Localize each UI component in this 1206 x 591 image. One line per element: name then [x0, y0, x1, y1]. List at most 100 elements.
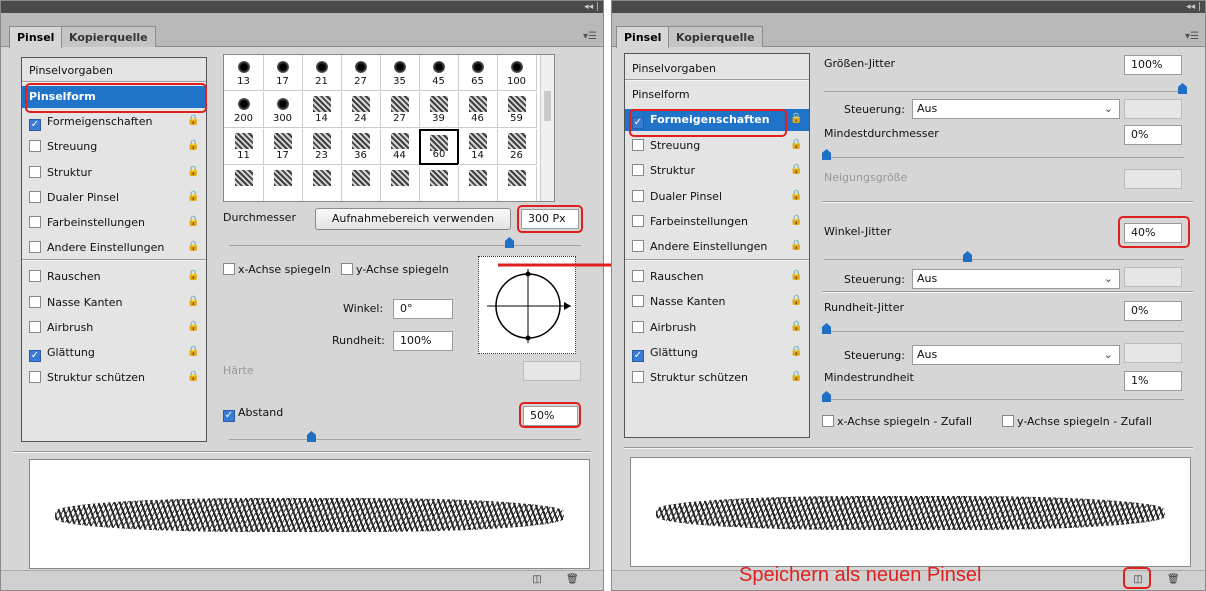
size-jitter-knob[interactable] — [1178, 83, 1187, 94]
checkbox[interactable] — [29, 371, 41, 384]
list-item-struktur-schützen[interactable]: Struktur schützen 🔒 — [625, 367, 809, 389]
brush-presets-button[interactable]: Pinselvorgaben — [22, 60, 206, 82]
control-select-3[interactable]: Aus ⌄ — [912, 345, 1120, 365]
spacing-slider[interactable] — [229, 439, 581, 440]
tab-pinsel[interactable]: Pinsel — [9, 26, 63, 48]
flip-y-random-box[interactable] — [1002, 415, 1014, 427]
checkbox[interactable] — [29, 190, 41, 203]
control-select-1[interactable]: Aus ⌄ — [912, 99, 1120, 119]
brush-tip[interactable]: 300 — [263, 92, 303, 128]
checkbox[interactable] — [632, 164, 644, 177]
checkbox[interactable]: ✓ — [632, 350, 644, 362]
panel-menu-icon[interactable]: ▾☰ — [583, 31, 597, 42]
brush-tip[interactable]: 14 — [458, 129, 498, 165]
brush-tip[interactable]: 59 — [497, 92, 537, 128]
lock-icon[interactable]: 🔒 — [187, 321, 199, 333]
flip-y-checkbox[interactable]: y-Achse spiegeln — [341, 263, 449, 276]
lock-icon[interactable]: 🔒 — [790, 371, 802, 383]
brush-tip[interactable]: 200 — [224, 92, 264, 128]
lock-icon[interactable]: 🔒 — [187, 216, 199, 228]
brush-tip[interactable]: 17 — [263, 55, 303, 91]
brush-tip[interactable]: 14 — [302, 92, 342, 128]
diameter-slider-knob[interactable] — [505, 237, 514, 248]
spacing-slider-knob[interactable] — [307, 431, 316, 442]
spacing-box[interactable]: ✓ — [223, 410, 235, 422]
list-item-struktur[interactable]: Struktur 🔒 — [625, 160, 809, 182]
brush-tip[interactable]: 11 — [224, 129, 264, 165]
list-item-farbeinstellungen[interactable]: Farbeinstellungen 🔒 — [22, 212, 206, 234]
brush-tip[interactable]: 26 — [497, 129, 537, 165]
list-item-dualer-pinsel[interactable]: Dualer Pinsel 🔒 — [22, 187, 206, 209]
grid-scrollbar[interactable] — [540, 55, 554, 201]
checkbox[interactable] — [29, 216, 41, 228]
lock-icon[interactable]: 🔒 — [790, 270, 802, 282]
brush-tip[interactable]: 17 — [263, 129, 303, 165]
list-item-glättung[interactable]: ✓ Glättung 🔒 — [22, 342, 206, 364]
brush-tip[interactable] — [419, 166, 459, 201]
brush-tip[interactable]: 27 — [380, 92, 420, 128]
list-item-pinselform[interactable]: Pinselform — [625, 84, 809, 106]
list-item-rauschen[interactable]: Rauschen 🔒 — [625, 266, 809, 288]
list-item-streuung[interactable]: Streuung 🔒 — [22, 136, 206, 158]
list-item-struktur[interactable]: Struktur 🔒 — [22, 162, 206, 184]
roundness-field[interactable]: 100% — [393, 331, 453, 351]
collapse-icon[interactable]: ◂◂ | — [584, 1, 599, 13]
checkbox[interactable]: ✓ — [29, 350, 41, 362]
control-select-2[interactable]: Aus ⌄ — [912, 269, 1120, 289]
list-item-andere-einstellungen[interactable]: Andere Einstellungen 🔒 — [625, 236, 809, 258]
flip-y-random-checkbox[interactable]: y-Achse spiegeln - Zufall — [1002, 415, 1152, 428]
roundness-jitter-knob[interactable] — [822, 323, 831, 334]
flip-x-random-checkbox[interactable]: x-Achse spiegeln - Zufall — [822, 415, 972, 428]
brush-tip[interactable] — [341, 166, 381, 201]
tab-kopierquelle[interactable]: Kopierquelle — [668, 26, 763, 47]
brush-tip[interactable]: 100 — [497, 55, 537, 91]
lock-icon[interactable]: 🔒 — [790, 321, 802, 333]
brush-tip[interactable]: 44 — [380, 129, 420, 165]
min-roundness-field[interactable]: 1% — [1124, 371, 1182, 391]
min-diameter-knob[interactable] — [822, 149, 831, 160]
min-roundness-slider[interactable] — [824, 399, 1184, 400]
brush-tip[interactable]: 46 — [458, 92, 498, 128]
brush-tip[interactable] — [302, 166, 342, 201]
checkbox[interactable] — [29, 241, 41, 254]
panel-menu-icon[interactable]: ▾☰ — [1185, 31, 1199, 42]
brush-tip[interactable] — [380, 166, 420, 201]
brush-tip[interactable]: 39 — [419, 92, 459, 128]
min-diameter-slider[interactable] — [824, 157, 1184, 158]
brush-tip[interactable]: 36 — [341, 129, 381, 165]
checkbox[interactable] — [29, 140, 41, 153]
lock-icon[interactable]: 🔒 — [790, 113, 802, 125]
spacing-checkbox[interactable]: ✓ Abstand — [223, 406, 283, 422]
angle-jitter-slider[interactable] — [824, 259, 1184, 260]
lock-icon[interactable]: 🔒 — [187, 166, 199, 178]
list-item-airbrush[interactable]: Airbrush 🔒 — [22, 317, 206, 339]
brush-tip[interactable]: 35 — [380, 55, 420, 91]
angle-field[interactable]: 0° — [393, 299, 453, 319]
size-jitter-slider[interactable] — [824, 91, 1184, 92]
lock-icon[interactable]: 🔒 — [187, 241, 199, 253]
lock-icon[interactable]: 🔒 — [187, 346, 199, 358]
brush-presets-button[interactable]: Pinselvorgaben — [625, 58, 809, 80]
checkbox[interactable] — [632, 138, 644, 151]
checkbox[interactable]: ✓ — [29, 119, 41, 132]
list-item-struktur-schützen[interactable]: Struktur schützen 🔒 — [22, 367, 206, 389]
lock-icon[interactable]: 🔒 — [187, 371, 199, 383]
lock-icon[interactable]: 🔒 — [790, 164, 802, 176]
brush-tip[interactable]: 60 — [419, 129, 459, 165]
list-item-streuung[interactable]: Streuung 🔒 — [625, 135, 809, 157]
lock-icon[interactable]: 🔒 — [790, 139, 802, 151]
list-item-dualer-pinsel[interactable]: Dualer Pinsel 🔒 — [625, 186, 809, 208]
min-roundness-knob[interactable] — [822, 391, 831, 402]
checkbox[interactable] — [632, 269, 644, 282]
list-item-nasse-kanten[interactable]: Nasse Kanten 🔒 — [625, 291, 809, 313]
lock-icon[interactable]: 🔒 — [790, 215, 802, 227]
lock-icon[interactable]: 🔒 — [187, 270, 199, 282]
brush-tip[interactable]: 13 — [224, 55, 264, 91]
brush-tip[interactable] — [263, 166, 303, 201]
trash-icon[interactable]: 🗑 — [566, 574, 579, 586]
roundness-jitter-field[interactable]: 0% — [1124, 301, 1182, 321]
collapse-icon[interactable]: ◂◂ | — [1186, 1, 1201, 13]
checkbox[interactable] — [632, 295, 644, 308]
checkbox[interactable] — [29, 270, 41, 283]
list-item-nasse-kanten[interactable]: Nasse Kanten 🔒 — [22, 292, 206, 314]
